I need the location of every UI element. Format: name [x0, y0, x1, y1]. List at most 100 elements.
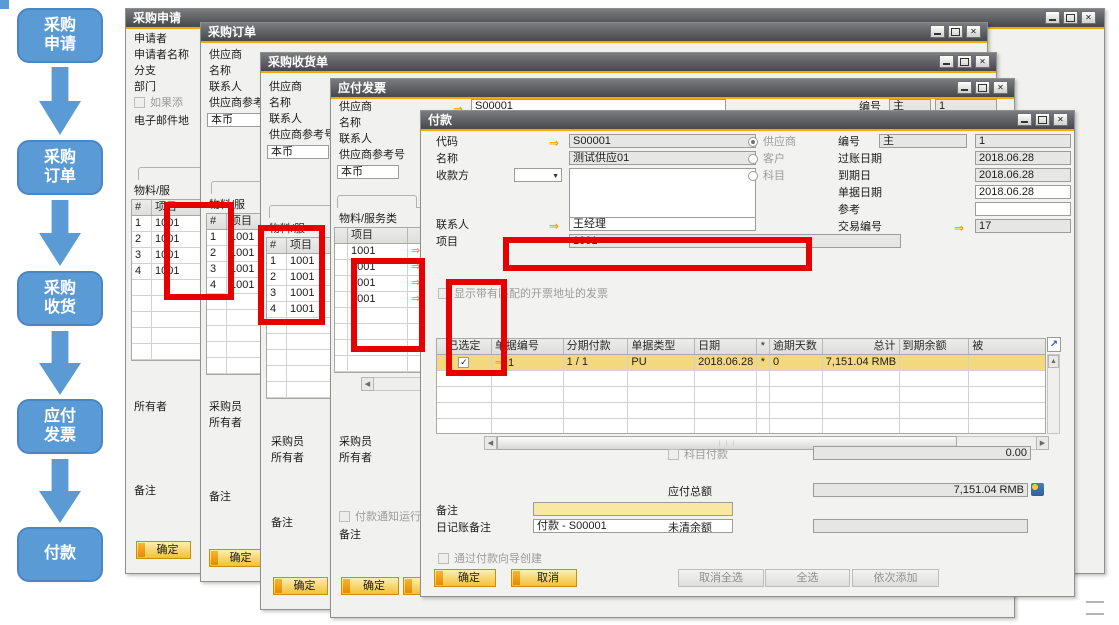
vertical-scrollbar[interactable]: ▲ — [1047, 354, 1060, 434]
vendor-radio[interactable] — [748, 137, 758, 147]
code-field[interactable]: S00001 — [569, 134, 756, 148]
expand-table-icon[interactable]: ↗ — [1047, 337, 1061, 352]
link-arrow-icon[interactable]: ⇒ — [549, 137, 559, 149]
currency-field[interactable]: 本币 — [267, 145, 329, 159]
series-field[interactable]: 主 — [879, 134, 967, 148]
deselect-all-button[interactable]: 取消全选 — [678, 569, 764, 587]
window-titlebar[interactable]: 应付发票 — [331, 79, 1014, 97]
scroll-up-icon[interactable]: ▲ — [1048, 355, 1059, 368]
column-header: 逾期天数 — [770, 339, 823, 354]
table-row[interactable] — [437, 419, 1045, 434]
doc-date-label: 单据日期 — [838, 187, 882, 200]
cancel-button[interactable]: 取消 — [511, 569, 577, 587]
column-header: 项目 — [348, 228, 408, 243]
minimize-icon — [1049, 19, 1056, 21]
remarks-field[interactable] — [533, 502, 733, 516]
scroll-left-icon[interactable]: ◀ — [484, 436, 497, 450]
close-icon: ✕ — [970, 27, 977, 36]
close-button[interactable]: ✕ — [966, 25, 981, 38]
ok-button[interactable]: 确定 — [136, 541, 191, 559]
items-section-label: 物料/服 — [134, 185, 170, 198]
select-all-button[interactable]: 全选 — [765, 569, 850, 587]
payment-means-icon[interactable] — [1031, 483, 1044, 496]
payee-label: 收款方 — [436, 170, 469, 183]
scroll-right-icon[interactable]: ▶ — [1036, 436, 1049, 450]
open-balance-field — [813, 519, 1028, 533]
document-row[interactable]: ✓ ⇒ 1 1 / 1 PU 2018.06.28 * 0 7,151.04 R… — [437, 355, 1045, 371]
contact-field[interactable]: 王经理 — [569, 217, 756, 231]
field-label: 备注 — [209, 491, 231, 504]
window-titlebar[interactable]: 采购收货单 — [261, 53, 996, 71]
currency-field[interactable]: 本币 — [337, 165, 399, 179]
maximize-button[interactable] — [1035, 113, 1050, 126]
column-header: 被 — [969, 339, 1045, 354]
maximize-button[interactable] — [1063, 11, 1078, 24]
open-balance-label: 未清余额 — [668, 522, 712, 535]
field-label: 所有者 — [134, 401, 167, 414]
total-due-field: 7,151.04 RMB — [813, 483, 1028, 497]
customer-radio[interactable] — [748, 154, 758, 164]
minimize-button[interactable] — [1045, 11, 1060, 24]
name-field[interactable]: 测试供应01 — [569, 151, 756, 165]
field-label: 所有者 — [209, 417, 242, 430]
ok-button[interactable]: 确定 — [273, 577, 328, 595]
field-label: 所有者 — [271, 452, 304, 465]
address-textarea[interactable] — [569, 168, 756, 218]
checkbox-label: 付款通知运行 — [355, 511, 421, 524]
field-label: 采购员 — [209, 401, 242, 414]
close-button[interactable]: ✕ — [1081, 11, 1096, 24]
window-payment: 付款 ✕ 代码 ⇒ S00001 名称 测试供应01 收款方 ▼ 联系人 ⇒ 王… — [420, 110, 1075, 597]
window-titlebar[interactable]: 付款 — [421, 111, 1074, 129]
reference-field[interactable] — [975, 202, 1071, 216]
due-date-field[interactable]: 2018.06.28 — [975, 168, 1071, 182]
maximize-button[interactable] — [948, 25, 963, 38]
table-row[interactable] — [437, 387, 1045, 403]
scroll-left-icon[interactable]: ◀ — [361, 377, 374, 391]
flow-arrow-icon — [39, 67, 81, 135]
ok-button[interactable]: 确定 — [209, 549, 264, 567]
close-button[interactable]: ✕ — [993, 81, 1008, 94]
link-arrow-icon[interactable]: ⇒ — [549, 220, 559, 232]
ok-button[interactable]: 确定 — [434, 569, 496, 587]
window-titlebar[interactable]: 采购订单 — [201, 23, 987, 41]
minimize-button[interactable] — [957, 81, 972, 94]
add-in-sequence-button[interactable]: 依次添加 — [852, 569, 939, 587]
highlight-box-request-items — [164, 202, 234, 300]
window-title: 付款 — [428, 113, 452, 127]
table-row[interactable] — [335, 356, 433, 372]
ok-button[interactable]: 确定 — [341, 577, 399, 595]
payment-wizard-checkbox[interactable] — [438, 553, 449, 564]
posting-date-field[interactable]: 2018.06.28 — [975, 151, 1071, 165]
number-field[interactable]: 1 — [975, 134, 1071, 148]
name-label: 名称 — [436, 153, 458, 166]
checkbox[interactable] — [134, 97, 145, 108]
horizontal-scrollbar[interactable]: ◀ — [361, 377, 426, 391]
maximize-button[interactable] — [975, 81, 990, 94]
checkbox[interactable] — [339, 511, 350, 522]
window-resize-grip[interactable] — [1086, 601, 1104, 615]
link-arrow-icon[interactable]: ⇒ — [954, 222, 964, 234]
field-label: 名称 — [209, 65, 231, 78]
payee-dropdown[interactable]: ▼ — [514, 168, 562, 182]
account-payment-checkbox[interactable] — [668, 449, 679, 460]
total-due-label: 应付总额 — [668, 486, 712, 499]
transaction-no-field[interactable]: 17 — [975, 219, 1071, 233]
minimize-button[interactable] — [1017, 113, 1032, 126]
minimize-button[interactable] — [939, 55, 954, 68]
accent-bar — [201, 41, 987, 43]
minimize-button[interactable] — [930, 25, 945, 38]
account-radio[interactable] — [748, 171, 758, 181]
field-label: 备注 — [134, 485, 156, 498]
close-button[interactable]: ✕ — [975, 55, 990, 68]
maximize-button[interactable] — [957, 55, 972, 68]
table-row[interactable] — [437, 403, 1045, 419]
field-label: 采购员 — [339, 436, 372, 449]
table-row[interactable] — [437, 371, 1045, 387]
close-button[interactable]: ✕ — [1053, 113, 1068, 126]
account-payment-field[interactable]: 0.00 — [813, 446, 1031, 460]
doc-date-field[interactable]: 2018.06.28 — [975, 185, 1071, 199]
field-label: 供应商参考号 — [269, 129, 335, 142]
tab-contents[interactable] — [337, 195, 417, 208]
minimize-icon — [1021, 121, 1028, 123]
posting-date-label: 过账日期 — [838, 153, 882, 166]
